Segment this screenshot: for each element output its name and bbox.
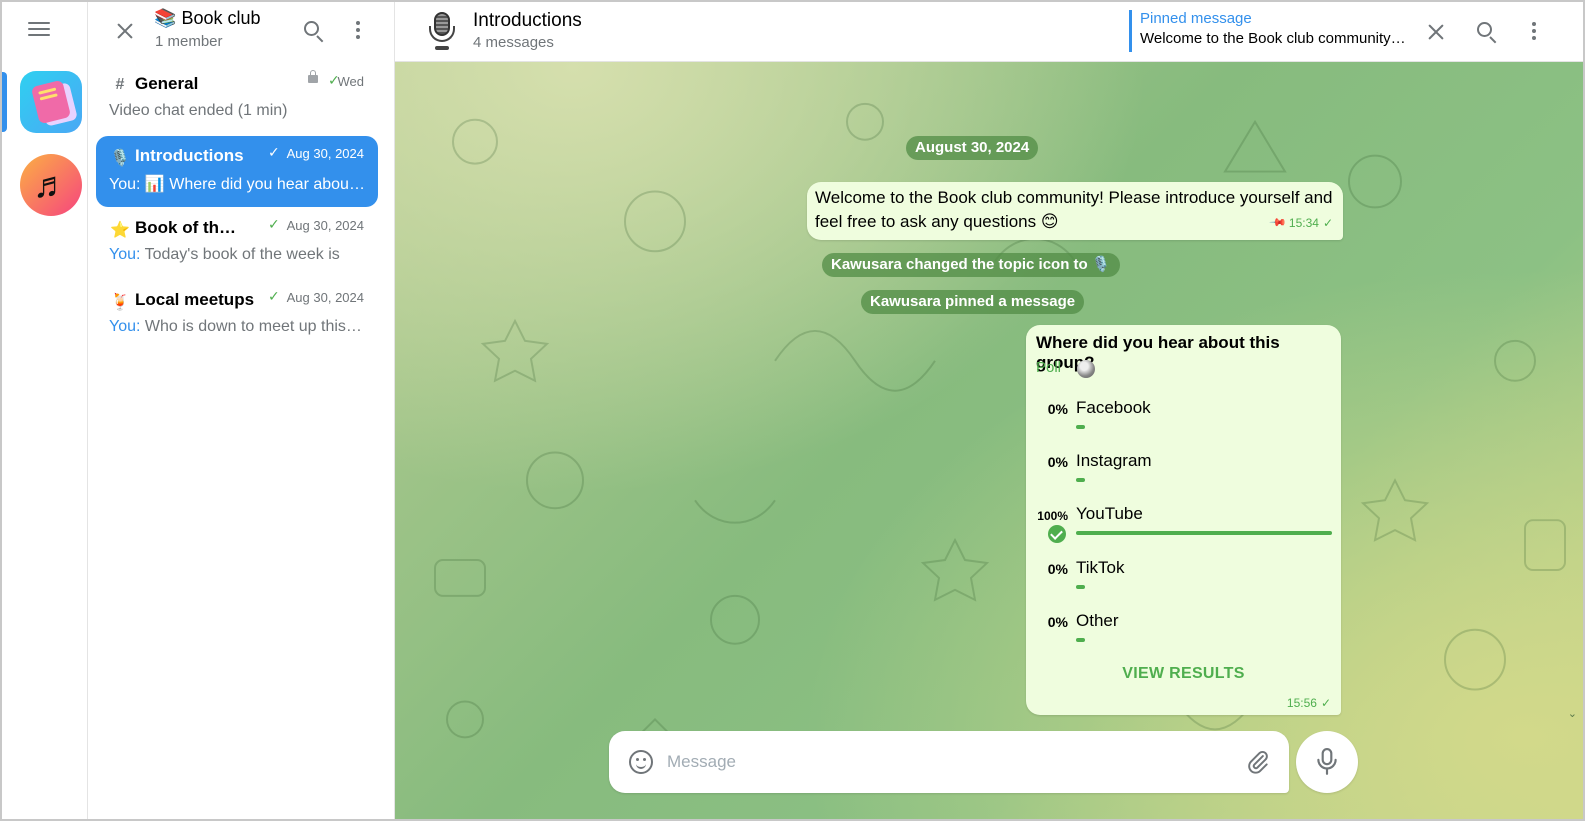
pinned-message-bar[interactable]: Pinned message Welcome to the Book club … xyxy=(1129,10,1414,52)
book-club-avatar-icon xyxy=(30,79,72,125)
topic-name: Introductions xyxy=(135,146,244,165)
group-title-text: Book club xyxy=(181,8,261,28)
chat-message-count: 4 messages xyxy=(473,34,554,51)
poll-message: Where did you hear about this group? Pol… xyxy=(1026,325,1341,715)
voice-record-button[interactable] xyxy=(1296,731,1358,793)
option-percent: 0% xyxy=(1047,454,1068,470)
folder-rail: ♬ xyxy=(2,2,88,819)
topic-date: Aug 30, 2024 xyxy=(286,218,364,233)
option-result-bar xyxy=(1076,478,1085,482)
microphone-topic-icon xyxy=(429,12,455,52)
poll-option-instagram[interactable]: 0% Instagram xyxy=(1026,448,1341,500)
chat-header: Introductions 4 messages Pinned message … xyxy=(395,2,1583,62)
message-time: 15:56 xyxy=(1286,696,1317,710)
message-meta: 15:56 ✓ xyxy=(1287,696,1331,710)
message-composer xyxy=(609,731,1289,793)
lock-icon xyxy=(308,70,318,83)
option-label: Instagram xyxy=(1076,451,1152,470)
topic-item-local-meetups[interactable]: 🍹 Local meetups ✓ Aug 30, 2024 You: Who … xyxy=(96,280,378,351)
pinned-text: Welcome to the Book club community! Plea… xyxy=(1140,30,1408,47)
chat-title[interactable]: Introductions xyxy=(473,10,582,32)
hamburger-menu-icon[interactable] xyxy=(24,18,54,42)
read-check-icon: ✓ xyxy=(268,216,280,232)
topic-item-book-of-the-week[interactable]: ⭐ Book of the week ✓ Aug 30, 2024 You: T… xyxy=(96,208,378,279)
books-emoji-icon: 📚 xyxy=(154,8,177,28)
read-check-icon: ✓ xyxy=(268,288,280,304)
option-label: Other xyxy=(1076,611,1119,630)
music-notes-icon: ♬ xyxy=(33,164,69,205)
topic-list-header: 📚 Book club 1 member xyxy=(88,2,394,60)
topic-preview: You: 📊 Where did you hear about this gro… xyxy=(109,176,365,193)
unpin-close-icon[interactable] xyxy=(1423,19,1449,45)
service-message-icon-change: Kawusara changed the topic icon to 🎙️ xyxy=(822,253,1120,277)
option-percent: 0% xyxy=(1047,561,1068,577)
topic-date: Aug 30, 2024 xyxy=(286,146,364,161)
option-percent: 0% xyxy=(1047,614,1068,630)
attach-paperclip-icon[interactable] xyxy=(1245,749,1271,775)
date-separator: August 30, 2024 xyxy=(906,136,1039,160)
microphone-icon: 🎙️ xyxy=(110,150,130,167)
active-folder-indicator xyxy=(2,72,7,132)
group-member-count: 1 member xyxy=(155,33,223,50)
topic-name: General xyxy=(135,74,199,93)
message-meta: 📌 15:34 ✓ xyxy=(1269,211,1333,235)
poll-option-facebook[interactable]: 0% Facebook xyxy=(1026,395,1341,447)
option-result-bar xyxy=(1076,585,1085,589)
topic-date: Aug 30, 2024 xyxy=(286,290,364,305)
app-window: ♬ 📚 Book club 1 member # General ✓ Wed V… xyxy=(0,0,1585,821)
pinned-label: Pinned message xyxy=(1140,10,1252,27)
read-check-icon: ✓ xyxy=(268,144,280,160)
poll-option-tiktok[interactable]: 0% TikTok xyxy=(1026,555,1341,607)
more-options-icon[interactable] xyxy=(345,17,371,43)
emoji-icon[interactable] xyxy=(629,750,653,774)
read-check-icon: ✓ xyxy=(1320,696,1331,710)
folder-music[interactable]: ♬ xyxy=(20,154,82,216)
hashtag-icon: # xyxy=(115,76,125,93)
option-result-bar xyxy=(1076,531,1332,535)
option-result-bar xyxy=(1076,638,1085,642)
topic-item-general[interactable]: # General ✓ Wed Video chat ended (1 min) xyxy=(96,64,378,135)
chat-area: Introductions 4 messages Pinned message … xyxy=(395,2,1583,819)
option-label: Facebook xyxy=(1076,398,1151,417)
topic-preview: You: Today's book of the week is xyxy=(109,246,340,263)
option-label: YouTube xyxy=(1076,504,1143,523)
read-check-icon: ✓ xyxy=(1322,216,1333,230)
poll-type-label: Poll xyxy=(1036,359,1062,376)
chosen-check-icon xyxy=(1048,525,1066,543)
option-result-bar xyxy=(1076,425,1085,429)
doodle-background-pattern xyxy=(434,102,1566,760)
microphone-icon xyxy=(1317,748,1337,775)
topic-name: Local meetups xyxy=(135,290,255,309)
option-percent: 100% xyxy=(1037,509,1068,523)
topic-list-panel: 📚 Book club 1 member # General ✓ Wed Vid… xyxy=(88,2,395,819)
topic-preview: Video chat ended (1 min) xyxy=(109,102,288,119)
search-icon[interactable] xyxy=(301,18,327,44)
message-bubble[interactable]: Welcome to the Book club community! Plea… xyxy=(807,182,1343,240)
poll-option-youtube[interactable]: 100% YouTube xyxy=(1026,501,1341,553)
service-message-pinned: Kawusara pinned a message xyxy=(861,290,1085,314)
voter-avatar xyxy=(1077,360,1095,378)
topic-name: Book of the week xyxy=(135,218,245,237)
folder-book-club[interactable] xyxy=(20,71,82,133)
poll-option-other[interactable]: 0% Other xyxy=(1026,608,1341,660)
cocktail-icon: 🍹 xyxy=(110,294,130,311)
star-icon: ⭐ xyxy=(110,222,130,239)
search-icon[interactable] xyxy=(1474,19,1500,45)
topic-item-introductions[interactable]: 🎙️ Introductions ✓ Aug 30, 2024 You: 📊 W… xyxy=(96,136,378,207)
view-results-button[interactable]: VIEW RESULTS xyxy=(1026,665,1341,683)
option-label: TikTok xyxy=(1076,558,1125,577)
option-percent: 0% xyxy=(1047,401,1068,417)
scroll-chevron-icon: ⌄ xyxy=(1567,708,1577,720)
message-time: 15:34 xyxy=(1288,216,1319,230)
more-options-icon[interactable] xyxy=(1521,18,1547,44)
message-input[interactable] xyxy=(667,745,1227,779)
topic-preview: You: Who is down to meet up this weekend… xyxy=(109,318,365,335)
topic-date: Wed xyxy=(337,74,365,89)
group-title: 📚 Book club xyxy=(154,8,261,29)
close-icon[interactable] xyxy=(112,18,138,44)
message-text: Welcome to the Book club community! Plea… xyxy=(815,188,1333,231)
